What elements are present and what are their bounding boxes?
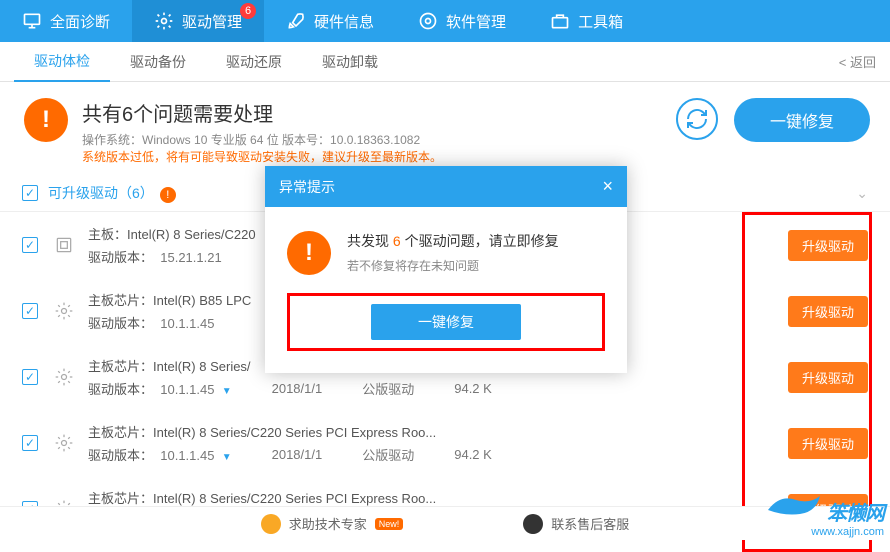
section-label: 可升级驱动（6）! — [48, 183, 176, 203]
nav-label: 硬件信息 — [314, 11, 374, 32]
contact-support-link[interactable]: 联系售后客服 — [523, 514, 629, 534]
refresh-button[interactable] — [676, 98, 718, 140]
header: ! 共有6个问题需要处理 操作系统：Windows 10 专业版 64 位 版本… — [0, 82, 890, 175]
nav-software-manager[interactable]: 软件管理 — [396, 0, 528, 42]
alert-modal: 异常提示 × ! 共发现 6 个驱动问题，请立即修复 若不修复将存在未知问题 一… — [265, 166, 627, 373]
subtabs: 驱动体检 驱动备份 驱动还原 驱动卸载 < 返回 — [0, 42, 890, 82]
alert-icon: ! — [287, 231, 331, 275]
help-expert-link[interactable]: 求助技术专家 New! — [261, 514, 404, 534]
close-icon[interactable]: × — [602, 176, 613, 197]
nav-label: 工具箱 — [578, 11, 623, 32]
fix-all-button[interactable]: 一键修复 — [734, 98, 870, 142]
gear-icon — [154, 11, 174, 31]
row-checkbox[interactable] — [22, 435, 38, 451]
row-checkbox[interactable] — [22, 237, 38, 253]
subtab-backup[interactable]: 驱动备份 — [110, 42, 206, 82]
subtab-uninstall[interactable]: 驱动卸载 — [302, 42, 398, 82]
upgrade-button[interactable]: 升级驱动 — [788, 428, 868, 459]
monitor-icon — [22, 11, 42, 31]
app-icon — [418, 11, 438, 31]
rocket-icon — [286, 11, 306, 31]
driver-row: 主板芯片：Intel(R) 8 Series/C220 Series PCI E… — [0, 410, 890, 476]
row-checkbox[interactable] — [22, 369, 38, 385]
modal-titlebar: 异常提示 × — [265, 166, 627, 207]
chipset-icon — [52, 365, 76, 389]
highlight-rect-modal-action: 一键修复 — [287, 293, 605, 351]
avatar-icon — [261, 514, 281, 534]
chipset-icon — [52, 299, 76, 323]
modal-message: 共发现 6 个驱动问题，请立即修复 — [347, 231, 559, 251]
motherboard-icon — [52, 233, 76, 257]
toolbox-icon — [550, 11, 570, 31]
nav-label: 驱动管理 — [182, 11, 242, 32]
new-badge: New! — [375, 518, 404, 530]
alert-icon: ! — [24, 98, 68, 142]
nav-badge: 6 — [240, 3, 256, 19]
avatar-icon — [523, 514, 543, 534]
modal-fix-button[interactable]: 一键修复 — [371, 304, 521, 340]
row-checkbox[interactable] — [22, 303, 38, 319]
upgrade-button[interactable]: 升级驱动 — [788, 296, 868, 327]
os-warning: 系统版本过低，将有可能导致驱动安装失败，建议升级至最新版本。 — [82, 148, 660, 165]
nav-driver-manager[interactable]: 驱动管理 6 — [132, 0, 264, 42]
back-link[interactable]: < 返回 — [839, 52, 876, 71]
page-title: 共有6个问题需要处理 — [82, 98, 660, 127]
modal-title: 异常提示 — [279, 177, 335, 197]
bottom-bar: 求助技术专家 New! 联系售后客服 — [0, 506, 890, 540]
chevron-down-icon[interactable]: ⌄ — [856, 185, 868, 202]
refresh-icon — [685, 107, 709, 131]
nav-label: 软件管理 — [446, 11, 506, 32]
top-nav: 全面诊断 驱动管理 6 硬件信息 软件管理 工具箱 — [0, 0, 890, 42]
nav-full-diagnosis[interactable]: 全面诊断 — [0, 0, 132, 42]
os-info: 操作系统：Windows 10 专业版 64 位 版本号：10.0.18363.… — [82, 131, 660, 148]
chipset-icon — [52, 431, 76, 455]
upgrade-button[interactable]: 升级驱动 — [788, 362, 868, 393]
modal-submessage: 若不修复将存在未知问题 — [347, 257, 559, 274]
subtab-checkup[interactable]: 驱动体检 — [14, 42, 110, 82]
subtab-restore[interactable]: 驱动还原 — [206, 42, 302, 82]
section-checkbox[interactable] — [22, 185, 38, 201]
nav-label: 全面诊断 — [50, 11, 110, 32]
nav-toolbox[interactable]: 工具箱 — [528, 0, 645, 42]
upgrade-button[interactable]: 升级驱动 — [788, 230, 868, 261]
nav-hardware-info[interactable]: 硬件信息 — [264, 0, 396, 42]
